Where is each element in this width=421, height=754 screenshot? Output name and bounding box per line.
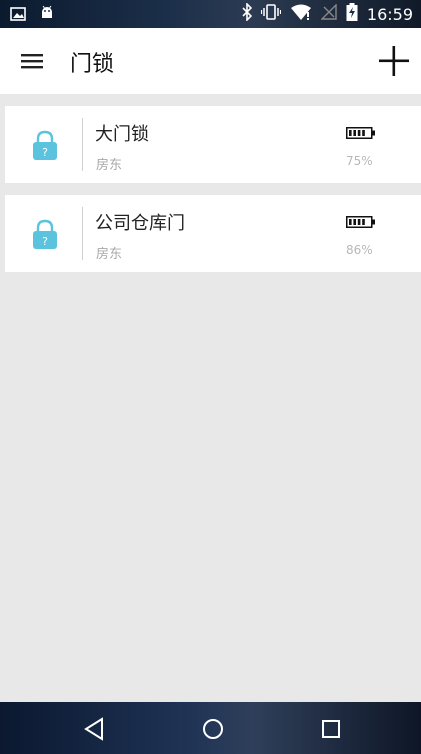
android-icon xyxy=(40,5,54,25)
lock-icon: ? xyxy=(31,219,59,251)
card-divider xyxy=(82,118,83,171)
lock-list: ? 大门锁 房东 75% ? 公司仓库门 房东 86% xyxy=(5,106,421,284)
lock-card[interactable]: ? 大门锁 房东 75% xyxy=(5,106,421,183)
bluetooth-icon xyxy=(242,2,253,25)
recents-square-icon xyxy=(322,720,340,738)
hamburger-menu-icon[interactable] xyxy=(18,49,46,73)
battery-percent: 75% xyxy=(346,154,373,168)
add-lock-button[interactable] xyxy=(375,42,413,80)
battery-segment xyxy=(362,219,365,225)
svg-text:?: ? xyxy=(42,146,48,159)
vibrate-icon xyxy=(260,4,281,24)
plus-icon xyxy=(379,46,409,76)
battery-segment xyxy=(353,130,356,136)
status-bar: 16:59 xyxy=(0,0,421,28)
battery-segment xyxy=(357,130,361,136)
battery-segment xyxy=(349,130,352,136)
battery-percent: 86% xyxy=(346,243,373,257)
status-right-icons: 16:59 xyxy=(242,2,413,25)
battery-segment xyxy=(357,219,361,225)
app-bar: 门锁 xyxy=(0,28,421,94)
signal-icon xyxy=(320,3,337,24)
status-left-icons xyxy=(10,5,54,25)
status-time: 16:59 xyxy=(366,4,413,24)
navigation-bar xyxy=(0,702,421,754)
image-icon xyxy=(10,6,26,25)
lock-card[interactable]: ? 公司仓库门 房东 86% xyxy=(5,195,421,272)
battery-icon xyxy=(346,124,376,139)
battery-charging-icon xyxy=(346,3,358,25)
lock-name: 大门锁 xyxy=(95,124,149,145)
card-divider xyxy=(82,207,83,260)
lock-icon: ? xyxy=(31,130,59,162)
lock-owner: 房东 xyxy=(96,247,123,262)
home-button[interactable] xyxy=(200,716,226,742)
battery-segment xyxy=(349,219,352,225)
wifi-icon xyxy=(290,4,312,24)
page-title: 门锁 xyxy=(70,52,115,77)
lock-name: 公司仓库门 xyxy=(95,213,185,234)
back-button[interactable] xyxy=(82,716,108,742)
battery-segment xyxy=(353,219,356,225)
svg-text:?: ? xyxy=(42,235,48,248)
battery-icon xyxy=(346,213,376,228)
battery-segment xyxy=(362,130,365,136)
phone-screen: 16:59 门锁 ? 大门锁 房东 75% ? 公司仓库门 房东 86% xyxy=(0,0,421,754)
lock-owner: 房东 xyxy=(96,158,123,173)
recents-button[interactable] xyxy=(318,716,344,742)
home-circle-icon xyxy=(203,719,223,739)
back-triangle-icon xyxy=(84,717,103,741)
